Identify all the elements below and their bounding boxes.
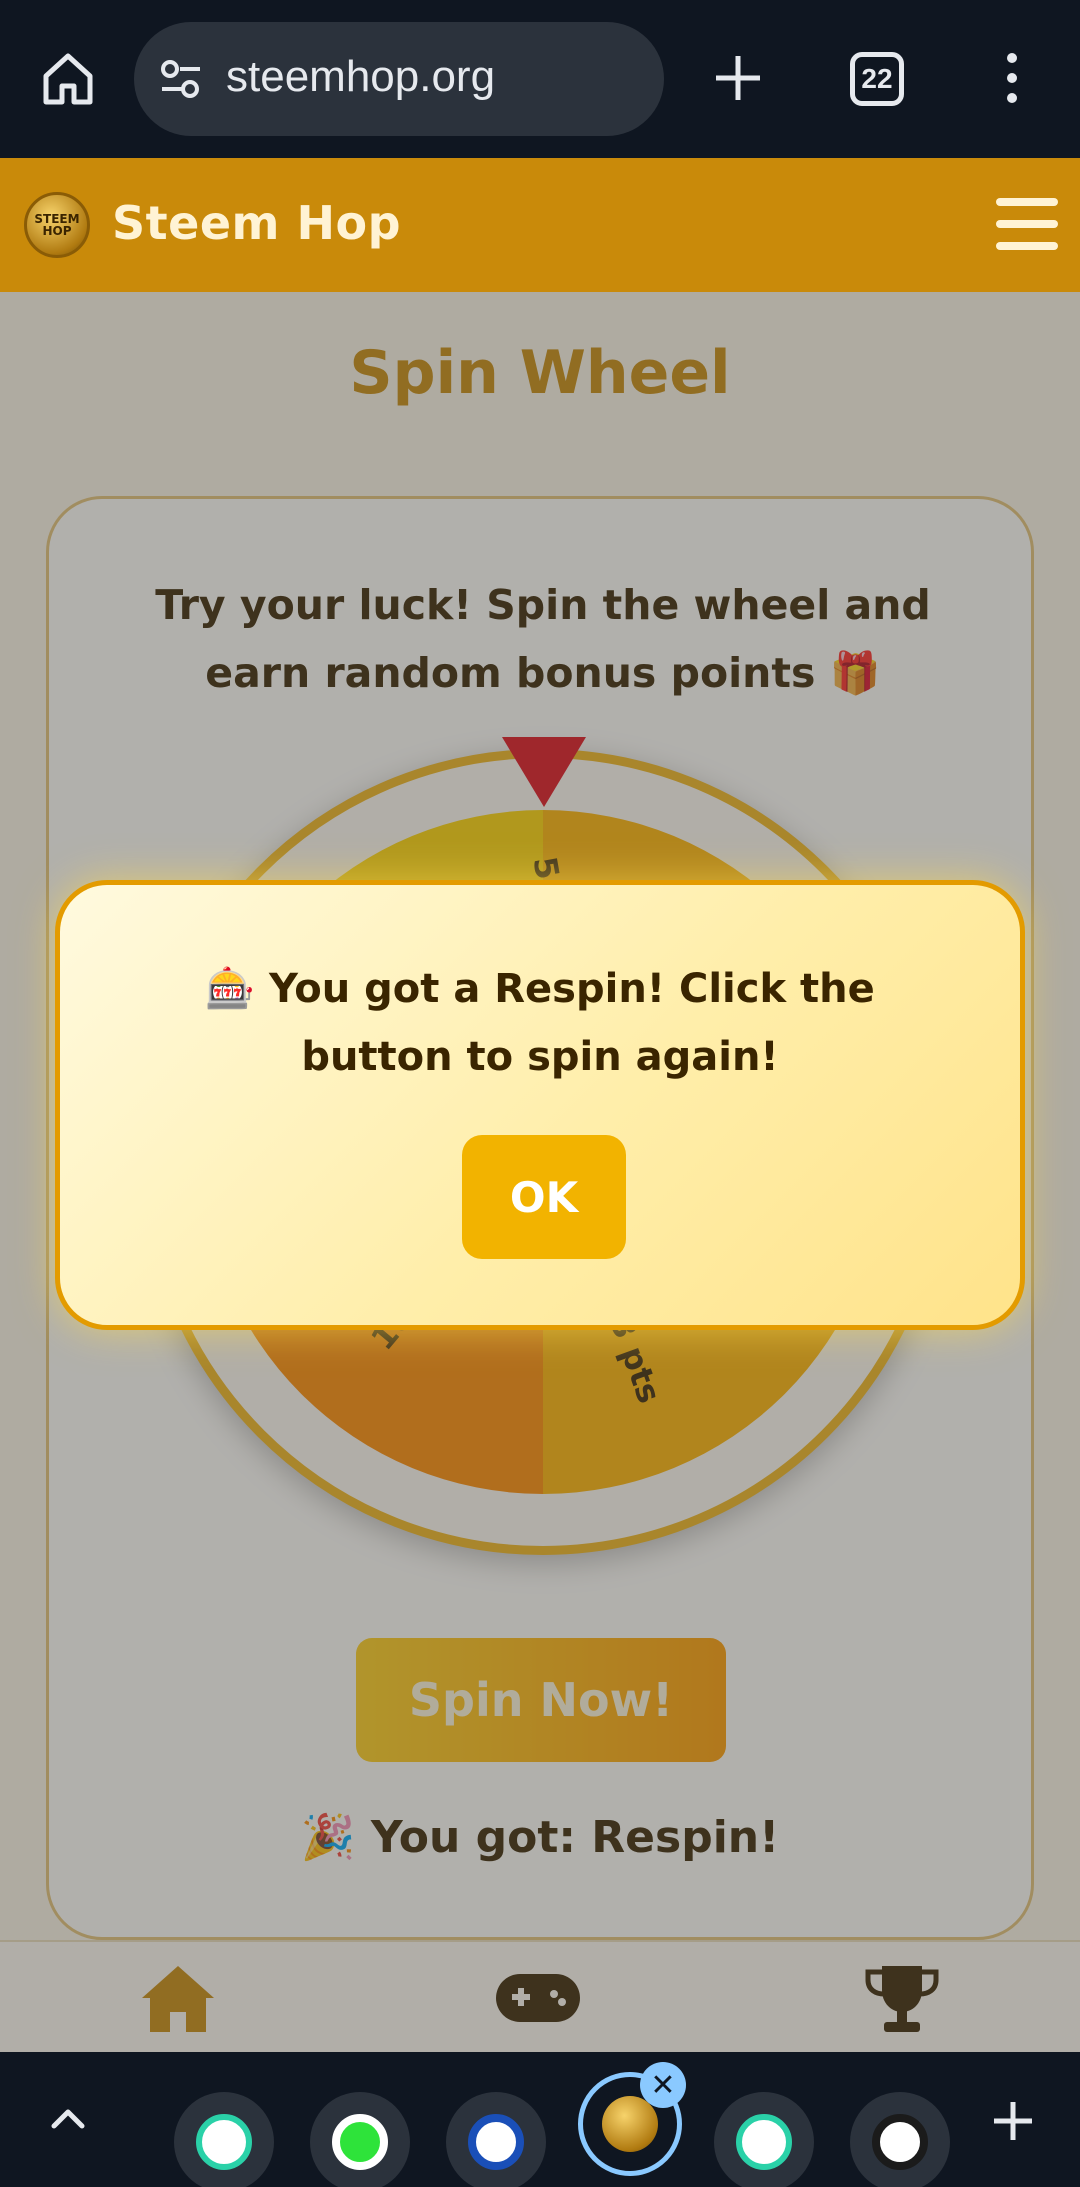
tab-thumbnail[interactable] bbox=[446, 2092, 546, 2187]
openai-icon bbox=[872, 2114, 928, 2170]
chat-icon bbox=[736, 2114, 792, 2170]
site-header: STEEM HOP Steem Hop bbox=[0, 158, 1080, 292]
tab-thumbnail[interactable] bbox=[850, 2092, 950, 2187]
brand-name[interactable]: Steem Hop bbox=[112, 196, 401, 250]
chat-icon bbox=[196, 2114, 252, 2170]
tab-thumbnail[interactable] bbox=[310, 2092, 410, 2187]
steemhop-logo-icon bbox=[602, 2096, 658, 2152]
site-logo[interactable]: STEEM HOP bbox=[24, 192, 90, 258]
steem-icon bbox=[468, 2114, 524, 2170]
dialog-message: 🎰 You got a Respin! Click the button to … bbox=[205, 966, 875, 1080]
logo-text: STEEM HOP bbox=[34, 212, 80, 238]
add-tab-icon[interactable] bbox=[990, 2098, 1036, 2144]
ok-button[interactable]: OK bbox=[462, 1135, 626, 1259]
new-tab-icon[interactable] bbox=[708, 48, 768, 108]
site-settings-icon[interactable] bbox=[158, 57, 204, 101]
tab-thumbnail[interactable] bbox=[174, 2092, 274, 2187]
browser-tab-strip: ✕ bbox=[0, 2052, 1080, 2187]
hamburger-menu-icon[interactable] bbox=[996, 198, 1058, 252]
respin-dialog: 🎰 You got a Respin! Click the button to … bbox=[55, 880, 1025, 1330]
address-bar[interactable]: steemhop.org bbox=[134, 22, 664, 136]
home-icon[interactable] bbox=[38, 48, 98, 108]
play-icon bbox=[332, 2114, 388, 2170]
chevron-up-icon[interactable] bbox=[48, 2098, 88, 2138]
close-tab-icon[interactable]: ✕ bbox=[640, 2062, 686, 2108]
browser-toolbar: steemhop.org 22 bbox=[0, 0, 1080, 158]
tab-switcher-button[interactable]: 22 bbox=[850, 52, 904, 106]
more-options-icon[interactable] bbox=[992, 48, 1032, 108]
url-text[interactable]: steemhop.org bbox=[226, 52, 495, 102]
tab-thumbnail[interactable] bbox=[714, 2092, 814, 2187]
